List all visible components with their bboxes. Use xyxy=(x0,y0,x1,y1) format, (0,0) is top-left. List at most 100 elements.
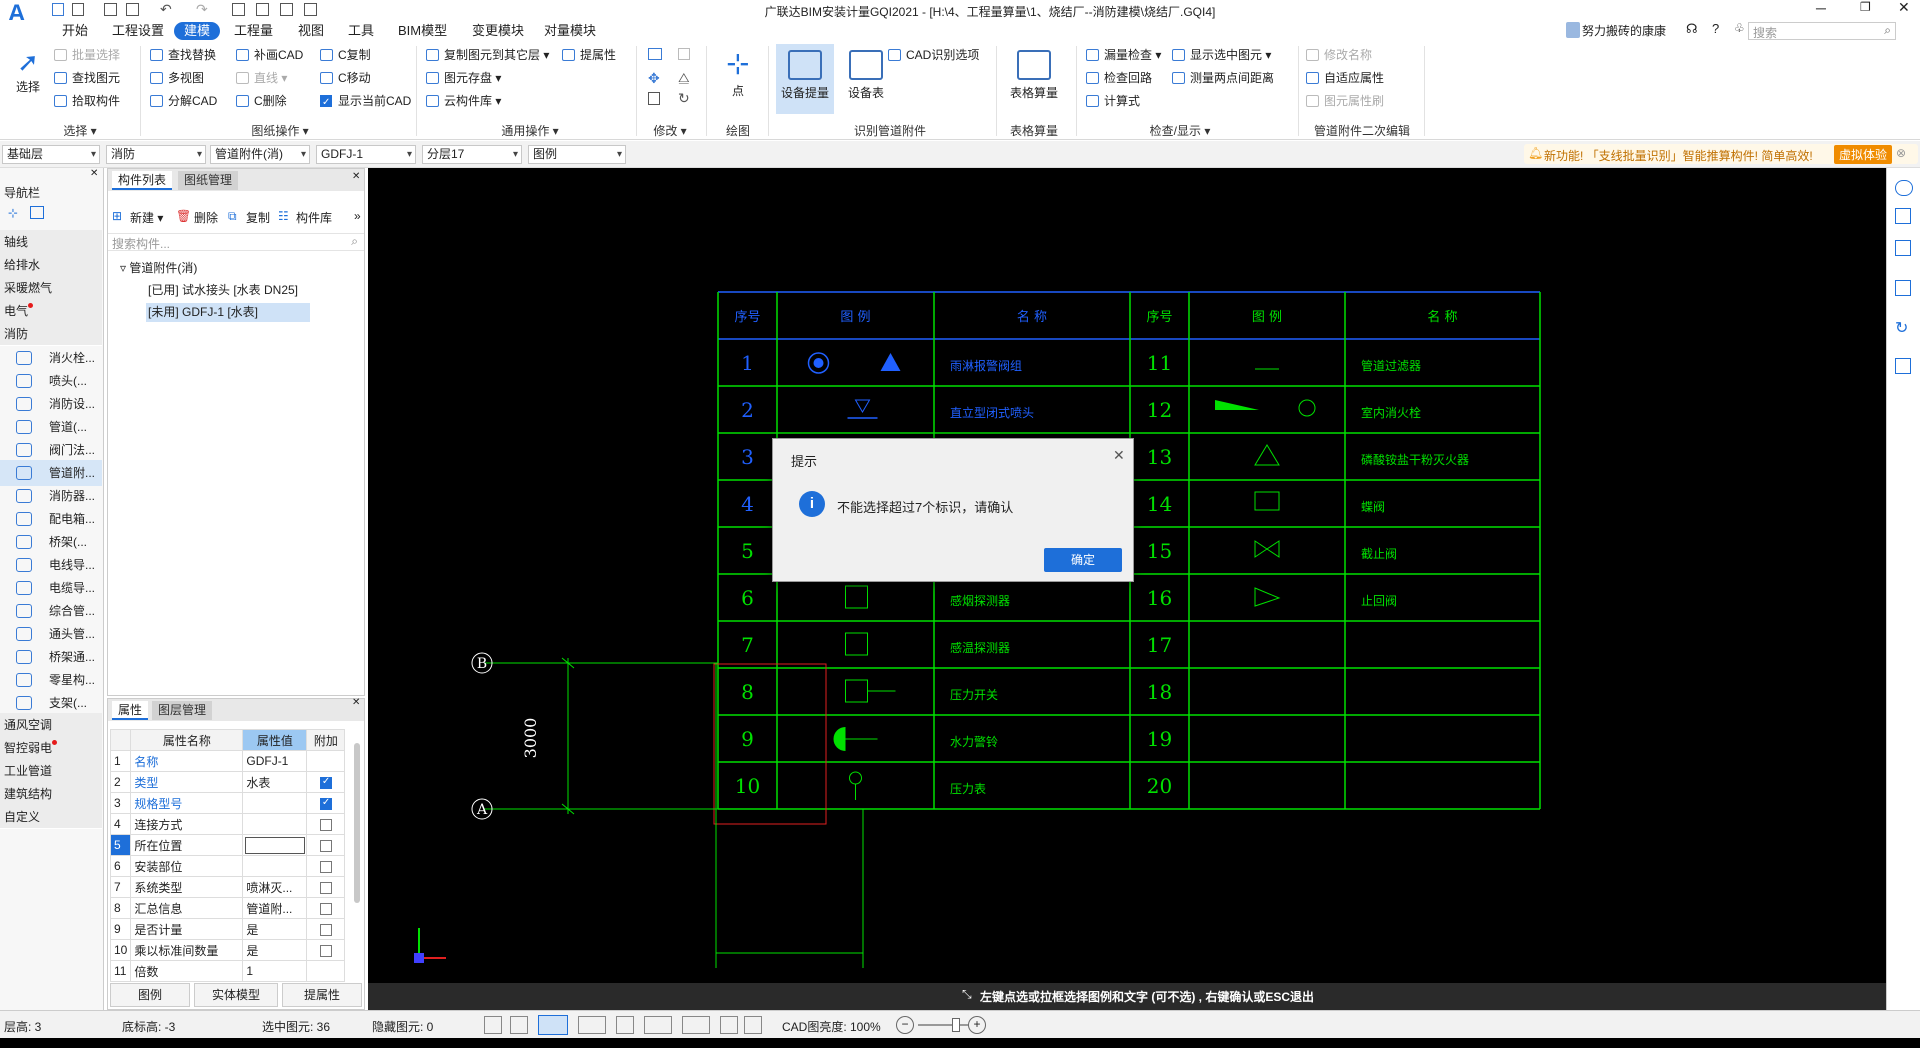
nav-category[interactable]: 给排水 xyxy=(0,253,102,277)
property-row[interactable]: 5 所在位置 xyxy=(109,834,346,856)
equipment-table-button[interactable]: 设备表 xyxy=(838,44,894,101)
quick-access-icon[interactable] xyxy=(126,3,139,16)
more-icon[interactable]: » xyxy=(354,209,361,223)
mirror-tool-icon[interactable]: ⧋ xyxy=(678,70,690,86)
copy-button[interactable]: ⧉ 复制 xyxy=(228,209,270,226)
quick-access-icon[interactable] xyxy=(256,3,269,16)
new-button[interactable]: ⊞ 新建 ▾ xyxy=(112,209,163,226)
add-cad-button[interactable]: 补画CAD xyxy=(236,46,303,64)
floor-select[interactable]: 基础层 xyxy=(2,145,100,164)
menu-start[interactable]: 开始 xyxy=(56,22,94,40)
dynamic-view-icon[interactable] xyxy=(1895,180,1913,196)
brightness-icon[interactable] xyxy=(744,1016,762,1034)
zoom-in-icon[interactable]: + xyxy=(968,1016,986,1034)
attr-brush-button[interactable]: 图元属性刷 xyxy=(1306,92,1384,110)
nav-category[interactable]: 电气 xyxy=(0,299,102,323)
nav-category[interactable]: 建筑结构 xyxy=(0,782,102,806)
rename-button[interactable]: 修改名称 xyxy=(1306,46,1372,64)
shirt-icon[interactable]: ♧ xyxy=(1734,21,1745,35)
extra-checkbox[interactable] xyxy=(319,902,332,915)
property-row[interactable]: 3 规格型号 xyxy=(109,792,346,814)
show-selected-button[interactable]: 显示选中图元 ▾ xyxy=(1172,46,1271,64)
nav-category[interactable]: 智控弱电 xyxy=(0,736,102,760)
property-row[interactable]: 9 是否计量是 xyxy=(109,918,346,940)
avatar[interactable] xyxy=(1566,22,1580,38)
layer-select[interactable]: 分层17 xyxy=(422,145,522,164)
close-button[interactable]: ✕ xyxy=(1898,0,1910,16)
quick-access-icon[interactable] xyxy=(304,3,317,16)
virtual-experience-button[interactable]: 虚拟体验 xyxy=(1834,145,1893,164)
legend-button[interactable]: 图例 xyxy=(110,983,190,1007)
extra-checkbox[interactable] xyxy=(319,881,332,894)
minimize-button[interactable]: ─ xyxy=(1816,0,1826,16)
property-value[interactable]: 是 xyxy=(242,918,308,940)
property-row[interactable]: 2 类型 水表 xyxy=(109,771,346,793)
user-name[interactable]: 努力搬砖的康康 xyxy=(1582,22,1666,39)
property-value[interactable]: 1 xyxy=(242,960,308,982)
search-icon[interactable]: ⌕ xyxy=(1884,23,1891,38)
property-value[interactable]: 是 xyxy=(242,939,308,961)
select-tool-button[interactable]: ➚ 选择 xyxy=(10,46,46,95)
extract-attr-button-bottom[interactable]: 提属性 xyxy=(282,983,362,1007)
nav-pin-icon[interactable]: ⊹ xyxy=(8,206,18,220)
property-value[interactable] xyxy=(242,813,308,835)
cad-drawing[interactable]: 序号图 例名 称序号图 例名 称123456789101112131415161… xyxy=(368,168,1886,1010)
component-select[interactable]: GDFJ-1 xyxy=(316,145,416,164)
equipment-takeoff-button[interactable]: 设备提量 xyxy=(776,44,834,114)
copy-tool-icon[interactable] xyxy=(648,48,662,60)
nav-edit-icon[interactable] xyxy=(30,206,44,219)
nav-category[interactable]: 消防 xyxy=(0,322,102,346)
prop-close-icon[interactable]: ✕ xyxy=(352,697,360,708)
rotate-view-icon[interactable]: ↻ xyxy=(1895,318,1908,338)
property-row[interactable]: 8 汇总信息 管道附... xyxy=(109,897,346,919)
panel-close-icon[interactable]: ✕ xyxy=(352,171,360,182)
extra-checkbox[interactable] xyxy=(319,839,332,852)
quick-access-icon[interactable] xyxy=(72,3,84,16)
line-button[interactable]: 直线 ▾ xyxy=(236,69,287,87)
show-current-cad-toggle[interactable]: 显示当前CAD xyxy=(320,92,411,112)
angle-icon[interactable] xyxy=(644,1016,672,1034)
nav-category[interactable]: 自定义 xyxy=(0,805,102,829)
cross-icon[interactable] xyxy=(616,1016,634,1034)
cloud-library-button[interactable]: 云构件库 ▾ xyxy=(426,92,501,110)
tab-layer-management[interactable]: 图层管理 xyxy=(152,701,213,720)
property-row[interactable]: 1 名称 GDFJ-1 xyxy=(109,750,346,772)
lock-tool-icon[interactable] xyxy=(678,48,690,60)
show-current-cad-checkbox[interactable] xyxy=(320,94,332,112)
undo-icon[interactable]: ↶ xyxy=(160,1,172,18)
tab-properties[interactable]: 属性 xyxy=(112,701,149,720)
component-search-input[interactable]: 搜索构件... ⌕ xyxy=(108,233,364,251)
cube-view-icon[interactable] xyxy=(578,1016,606,1034)
dialog-ok-button[interactable]: 确定 xyxy=(1044,548,1122,572)
zoom-out-icon[interactable]: − xyxy=(896,1016,914,1034)
tab-drawing-management[interactable]: 图纸管理 xyxy=(178,171,239,190)
brightness-slider[interactable] xyxy=(918,1024,968,1026)
property-value[interactable] xyxy=(242,834,308,856)
nav-category[interactable]: 工业管道 xyxy=(0,759,102,783)
point-draw-button[interactable]: ⊹ 点 xyxy=(718,46,758,99)
legend-select[interactable]: 图例 xyxy=(528,145,626,164)
help-icon[interactable]: ? xyxy=(1712,21,1719,36)
cad-move-button[interactable]: C移动 xyxy=(320,69,371,87)
cad-identify-options-button[interactable]: CAD识别选项 xyxy=(888,46,979,64)
quick-access-icon[interactable] xyxy=(280,3,293,16)
cad-delete-button[interactable]: C删除 xyxy=(236,92,287,110)
menu-project-settings[interactable]: 工程设置 xyxy=(106,22,170,40)
menu-bim-model[interactable]: BIM模型 xyxy=(392,22,453,40)
view-cube-icon[interactable] xyxy=(1895,280,1911,296)
property-row[interactable]: 6 安装部位 xyxy=(109,855,346,877)
brightness-slider-handle[interactable] xyxy=(952,1018,960,1032)
component-type-select[interactable]: 管道附件(消) xyxy=(210,145,310,164)
menu-modeling[interactable]: 建模 xyxy=(174,22,221,40)
multi-view-button[interactable]: 多视图 xyxy=(150,69,204,87)
nav-close-icon[interactable]: ✕ xyxy=(90,168,98,179)
print-icon[interactable] xyxy=(720,1016,738,1034)
component-library-button[interactable]: ☷ 构件库 xyxy=(278,209,332,226)
headset-icon[interactable]: ☊ xyxy=(1686,21,1698,37)
quick-access-icon[interactable] xyxy=(52,3,64,16)
view-2d-icon[interactable] xyxy=(1895,208,1911,224)
menu-change-module[interactable]: 变更模块 xyxy=(466,22,530,40)
select-box-icon[interactable] xyxy=(538,1015,568,1035)
banner-close-icon[interactable]: ⊗ xyxy=(1896,146,1906,160)
menu-reconcile-module[interactable]: 对量模块 xyxy=(538,22,602,40)
